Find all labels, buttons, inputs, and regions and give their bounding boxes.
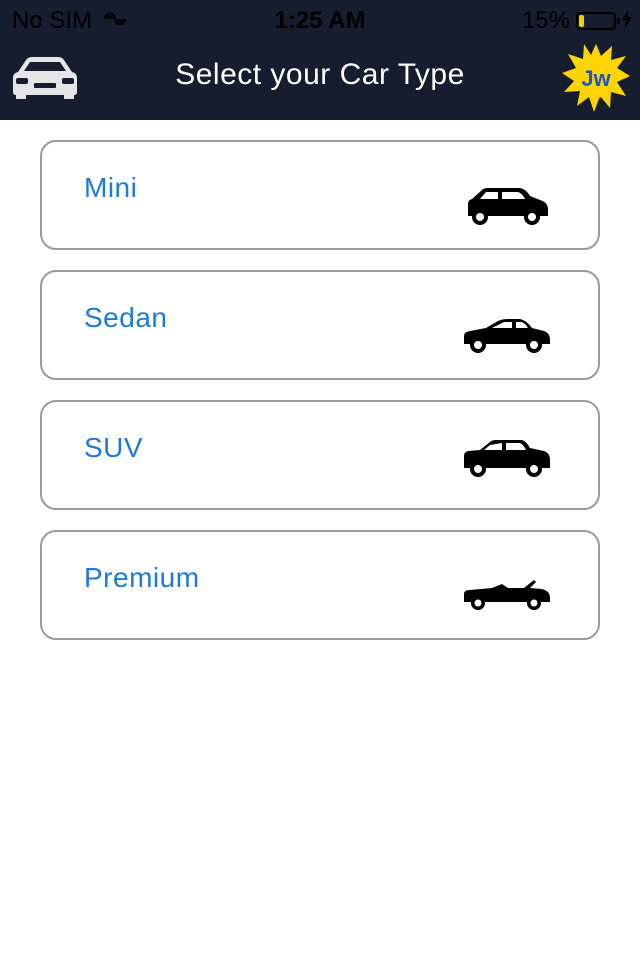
convertible-icon	[462, 576, 552, 616]
car-type-list: Mini Sedan SUV Premium	[40, 140, 600, 660]
status-right: 15%	[522, 7, 632, 35]
hatchback-icon	[462, 186, 552, 226]
battery-percent: 15%	[521, 7, 570, 34]
header-bar: Select your Car Type Jw	[0, 40, 640, 120]
car-type-label: Mini	[84, 172, 138, 203]
car-type-sedan[interactable]: Sedan	[40, 270, 600, 380]
jw-logo: Jw	[560, 40, 632, 116]
sedan-icon	[462, 316, 552, 356]
car-type-premium[interactable]: Premium	[40, 530, 600, 640]
car-type-label: Premium	[84, 562, 200, 593]
car-type-label: Sedan	[84, 302, 168, 333]
suv-icon	[462, 438, 552, 478]
car-type-label: SUV	[84, 432, 144, 463]
battery-icon	[576, 12, 620, 30]
status-bar: No SIM 1:25 AM 15%	[0, 0, 640, 40]
charging-bolt-icon	[622, 7, 632, 35]
battery-fill	[579, 15, 584, 27]
car-type-mini[interactable]: Mini	[40, 140, 600, 250]
car-type-suv[interactable]: SUV	[40, 400, 600, 510]
logo-text: Jw	[581, 66, 611, 91]
page-title: Select your Car Type	[175, 58, 465, 91]
